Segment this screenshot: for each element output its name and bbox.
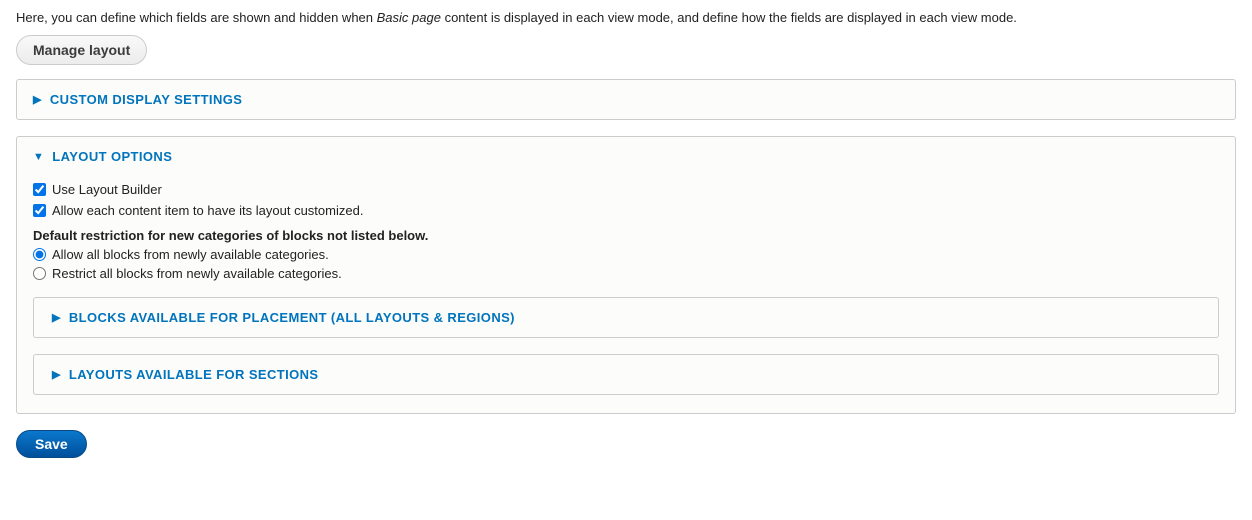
blocks-available-toggle[interactable]: ▶ Blocks available for placement (all la…: [34, 298, 1218, 337]
layouts-available-title: Layouts available for sections: [69, 367, 319, 382]
caret-right-icon: ▶: [33, 93, 42, 106]
caret-right-icon: ▶: [52, 311, 61, 324]
caret-down-icon: ▼: [33, 151, 44, 163]
radio-restrict[interactable]: [33, 267, 46, 280]
intro-text: Here, you can define which fields are sh…: [16, 10, 1236, 25]
allow-each-item-label: Allow each content item to have its layo…: [52, 203, 363, 218]
save-button[interactable]: Save: [16, 430, 87, 458]
custom-display-settings-toggle[interactable]: ▶ Custom display settings: [17, 80, 1235, 119]
use-layout-builder-checkbox[interactable]: [33, 183, 46, 196]
use-layout-builder-label: Use Layout Builder: [52, 182, 162, 197]
layout-options-body: Use Layout Builder Allow each content it…: [17, 182, 1235, 413]
radio-restrict-label: Restrict all blocks from newly available…: [52, 266, 342, 281]
restriction-heading: Default restriction for new categories o…: [33, 228, 1219, 243]
layout-options-toggle[interactable]: ▼ Layout options: [17, 137, 1235, 176]
intro-suffix: content is displayed in each view mode, …: [441, 10, 1017, 25]
custom-display-settings-panel: ▶ Custom display settings: [16, 79, 1236, 120]
intro-prefix: Here, you can define which fields are sh…: [16, 10, 377, 25]
custom-display-settings-title: Custom display settings: [50, 92, 242, 107]
radio-allow-row[interactable]: Allow all blocks from newly available ca…: [33, 247, 1219, 262]
radio-restrict-row[interactable]: Restrict all blocks from newly available…: [33, 266, 1219, 281]
radio-allow-label: Allow all blocks from newly available ca…: [52, 247, 329, 262]
allow-each-item-row[interactable]: Allow each content item to have its layo…: [33, 203, 1219, 218]
layouts-available-panel: ▶ Layouts available for sections: [33, 354, 1219, 395]
blocks-available-title: Blocks available for placement (all layo…: [69, 310, 515, 325]
caret-right-icon: ▶: [52, 368, 61, 381]
layout-options-panel: ▼ Layout options Use Layout Builder Allo…: [16, 136, 1236, 414]
manage-layout-button[interactable]: Manage layout: [16, 35, 147, 65]
blocks-available-panel: ▶ Blocks available for placement (all la…: [33, 297, 1219, 338]
allow-each-item-checkbox[interactable]: [33, 204, 46, 217]
layout-options-title: Layout options: [52, 149, 172, 164]
intro-emphasis: Basic page: [377, 10, 441, 25]
use-layout-builder-row[interactable]: Use Layout Builder: [33, 182, 1219, 197]
layouts-available-toggle[interactable]: ▶ Layouts available for sections: [34, 355, 1218, 394]
radio-allow[interactable]: [33, 248, 46, 261]
